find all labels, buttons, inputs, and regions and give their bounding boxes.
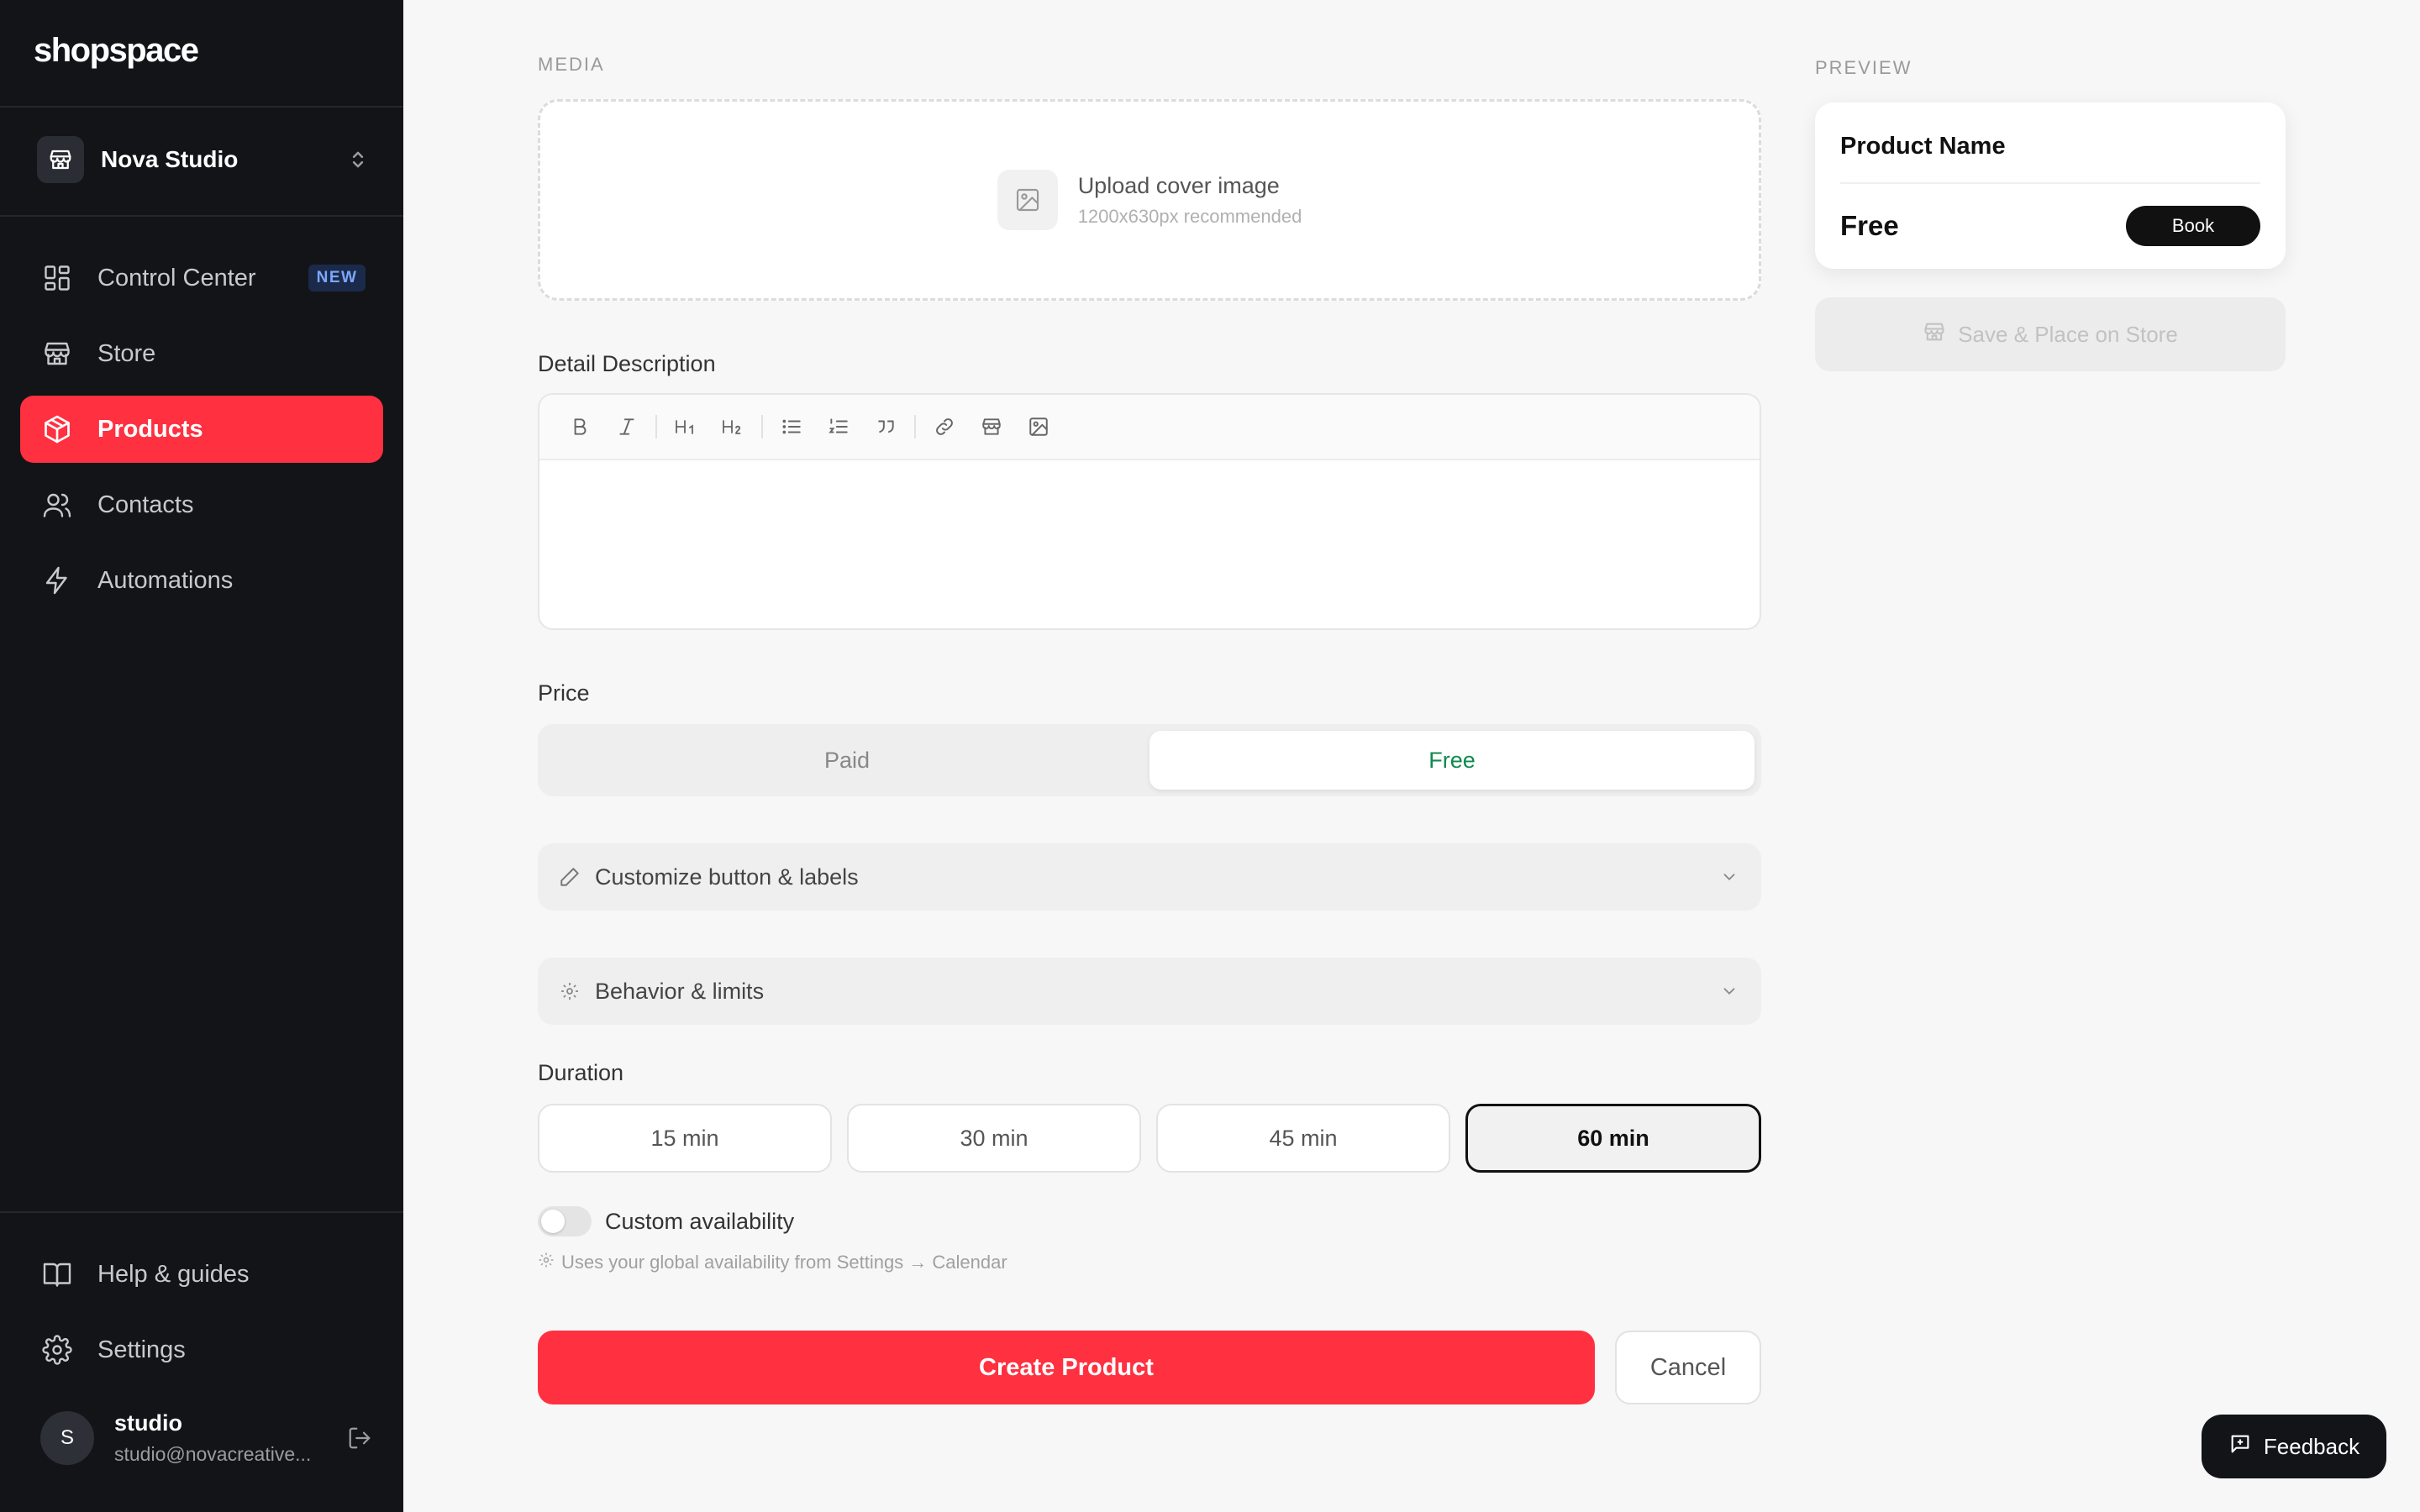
availability-hint: Uses your global availability from Setti…: [538, 1252, 1007, 1273]
create-product-button[interactable]: Create Product: [538, 1331, 1595, 1404]
price-toggle: Paid Free: [538, 724, 1761, 796]
sidebar-divider: [0, 1211, 403, 1213]
sidebar-item-automations[interactable]: Automations: [20, 547, 383, 614]
sidebar-item-label: Control Center: [97, 264, 256, 291]
duration-label: Duration: [538, 1060, 624, 1085]
cover-image-upload[interactable]: Upload cover image 1200x630px recommende…: [538, 99, 1761, 301]
store-icon: [37, 136, 84, 183]
toolbar-separator: [914, 415, 916, 438]
product-preview-card: Product Name Free Book: [1815, 102, 2286, 269]
sidebar-item-settings[interactable]: Settings: [20, 1316, 383, 1383]
numbered-list-button[interactable]: [818, 407, 859, 447]
availability-hint-text: Uses your global availability from Setti…: [561, 1252, 1007, 1273]
preview-book-button[interactable]: Book: [2126, 206, 2260, 246]
sidebar: shopspace Nova Studio Control Center NEW…: [0, 0, 403, 1512]
sidebar-divider: [0, 215, 403, 217]
sidebar-item-products[interactable]: Products: [20, 396, 383, 463]
sidebar-item-label: Settings: [97, 1336, 186, 1363]
user-profile[interactable]: S studio studio@novacreative...: [40, 1404, 376, 1472]
bullet-list-button[interactable]: [771, 407, 812, 447]
users-icon: [40, 488, 74, 522]
toolbar-separator: [655, 415, 657, 438]
image-icon: [997, 170, 1058, 230]
book-icon: [40, 1257, 74, 1291]
user-email: studio@novacreative...: [114, 1443, 312, 1465]
sidebar-item-label: Products: [97, 415, 203, 443]
shopspace-logo[interactable]: shopspace: [34, 32, 199, 70]
accordion-label: Customize button & labels: [595, 864, 859, 890]
custom-availability-row: Custom availability: [538, 1206, 794, 1236]
chevron-down-icon: [1718, 979, 1741, 1003]
duration-60-button[interactable]: 60 min: [1465, 1104, 1761, 1173]
duration-30-button[interactable]: 30 min: [847, 1104, 1141, 1173]
heading1-button[interactable]: [666, 407, 706, 447]
chevron-up-down-icon: [343, 144, 373, 175]
insert-image-button[interactable]: [1018, 407, 1059, 447]
custom-availability-toggle[interactable]: [538, 1206, 592, 1236]
link-button[interactable]: [924, 407, 965, 447]
message-icon: [2228, 1432, 2252, 1462]
description-label: Detail Description: [538, 351, 716, 376]
price-option-free[interactable]: Free: [1150, 731, 1754, 790]
store-icon: [1923, 320, 1946, 349]
preview-price: Free: [1840, 210, 1899, 241]
lightning-icon: [40, 564, 74, 597]
customize-button-accordion[interactable]: Customize button & labels: [538, 843, 1761, 911]
bold-button[interactable]: [560, 407, 600, 447]
toolbar-separator: [761, 415, 763, 438]
behavior-limits-accordion[interactable]: Behavior & limits: [538, 958, 1761, 1025]
upload-title: Upload cover image: [1077, 172, 1280, 198]
feedback-label: Feedback: [2263, 1433, 2360, 1459]
workspace-name: Nova Studio: [101, 146, 239, 172]
sidebar-item-contacts[interactable]: Contacts: [20, 471, 383, 538]
sidebar-item-help[interactable]: Help & guides: [20, 1241, 383, 1308]
editor-toolbar: [539, 395, 1760, 460]
store-embed-button[interactable]: [971, 407, 1012, 447]
custom-availability-label: Custom availability: [605, 1208, 795, 1234]
sidebar-item-label: Automations: [97, 566, 234, 594]
save-button-label: Save & Place on Store: [1958, 321, 2178, 347]
sidebar-item-label: Contacts: [97, 491, 194, 518]
duration-options: 15 min 30 min 45 min 60 min: [538, 1104, 1761, 1173]
box-icon: [40, 412, 74, 446]
save-place-on-store-button[interactable]: Save & Place on Store: [1815, 297, 2286, 371]
description-editor[interactable]: [538, 393, 1761, 630]
upload-hint: 1200x630px recommended: [1077, 205, 1302, 227]
sidebar-item-label: Help & guides: [97, 1260, 250, 1288]
sidebar-divider: [0, 106, 403, 108]
media-section-label: MEDIA: [538, 54, 605, 75]
sidebar-item-label: Store: [97, 339, 156, 367]
price-label: Price: [538, 680, 590, 706]
feedback-button[interactable]: Feedback: [2202, 1415, 2386, 1478]
new-badge: NEW: [308, 265, 366, 291]
gear-icon: [40, 1333, 74, 1367]
pencil-icon: [558, 865, 581, 889]
sidebar-item-store[interactable]: Store: [20, 320, 383, 387]
cancel-button[interactable]: Cancel: [1615, 1331, 1761, 1404]
price-option-paid[interactable]: Paid: [544, 731, 1150, 790]
preview-product-name: Product Name: [1840, 133, 2006, 160]
logout-icon[interactable]: [343, 1421, 376, 1455]
chevron-down-icon: [1718, 865, 1741, 889]
duration-45-button[interactable]: 45 min: [1156, 1104, 1450, 1173]
avatar: S: [40, 1411, 94, 1465]
user-name: studio: [114, 1410, 182, 1436]
toggle-knob: [541, 1210, 565, 1233]
heading2-button[interactable]: [713, 407, 753, 447]
sidebar-item-control-center[interactable]: Control Center NEW: [20, 244, 383, 312]
duration-15-button[interactable]: 15 min: [538, 1104, 832, 1173]
preview-section-label: PREVIEW: [1815, 57, 1912, 78]
italic-button[interactable]: [607, 407, 647, 447]
quote-button[interactable]: [865, 407, 906, 447]
gear-icon: [538, 1252, 555, 1273]
workspace-switcher[interactable]: Nova Studio: [37, 136, 373, 183]
preview-divider: [1840, 182, 2260, 184]
gear-icon: [558, 979, 581, 1003]
store-icon: [40, 337, 74, 370]
grid-icon: [40, 261, 74, 295]
accordion-label: Behavior & limits: [595, 978, 765, 1004]
